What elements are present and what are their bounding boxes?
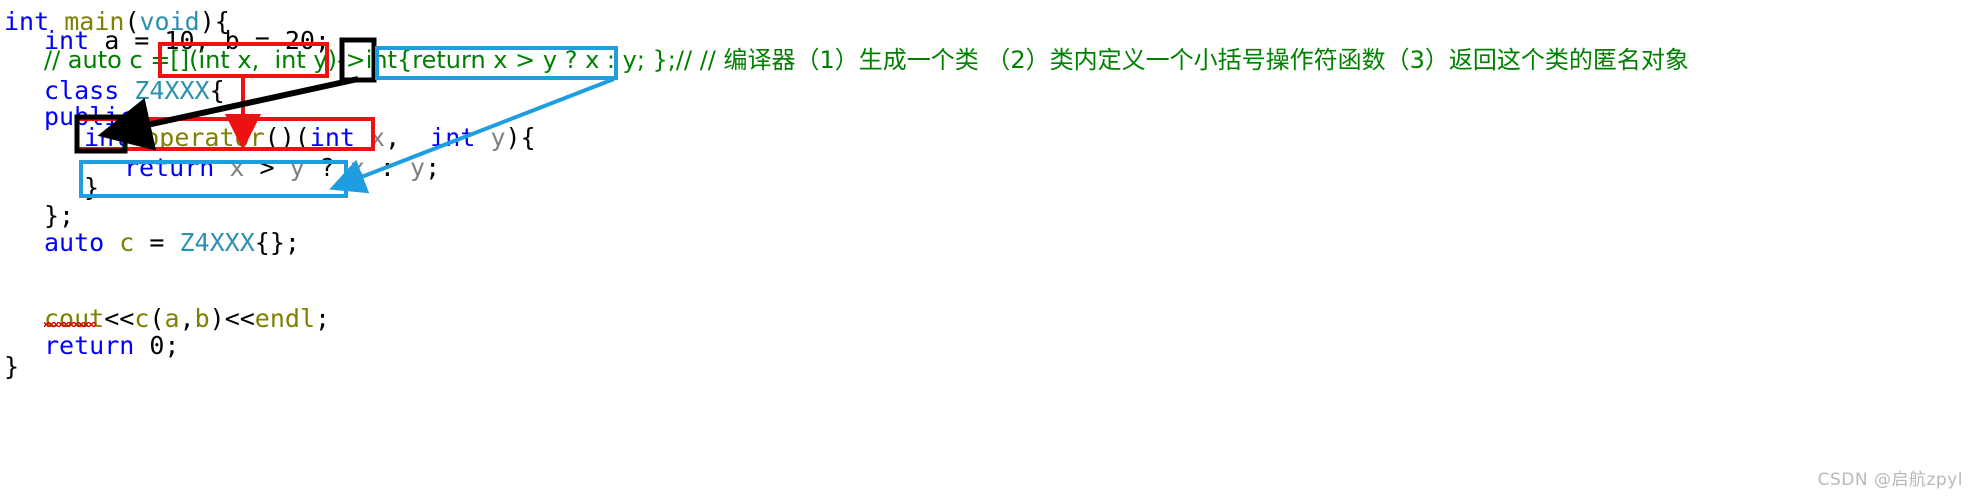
code-token: auto: [44, 228, 105, 257]
code-token: }: [4, 352, 20, 381]
code-token: endl: [254, 304, 316, 333]
code-token: c: [119, 228, 135, 257]
code-editor-surface: int main(void){int a = 10, b = 20;// aut…: [0, 0, 1979, 500]
code-token: a: [164, 304, 180, 333]
code-token: ,: [385, 123, 431, 152]
code-token: c: [134, 304, 150, 333]
code-token: {};: [254, 228, 300, 257]
code-token: // auto c =[](int x, int y)->int{return …: [44, 46, 1689, 74]
code-line[interactable]: return x > y ? x : y;: [124, 152, 440, 183]
code-token: :: [364, 153, 411, 182]
code-line[interactable]: // auto c =[](int x, int y)->int{return …: [44, 44, 1689, 76]
code-token: return: [44, 331, 135, 360]
code-token: Z4XXX: [179, 228, 255, 257]
code-token: ,: [179, 304, 195, 333]
code-token: ){: [505, 123, 536, 152]
code-token: }: [84, 173, 100, 202]
code-token: ;: [425, 153, 441, 182]
code-token: x: [349, 153, 365, 182]
code-token: ()(: [264, 123, 310, 152]
code-line[interactable]: auto c = Z4XXX{};: [44, 227, 300, 258]
code-token: (: [149, 304, 165, 333]
code-token: cout: [44, 304, 105, 333]
code-token: x: [229, 153, 245, 182]
code-token: int: [84, 123, 130, 152]
code-token: 0;: [134, 331, 180, 360]
code-line[interactable]: return 0;: [44, 330, 179, 361]
code-token: ?: [304, 153, 350, 182]
code-token: };: [44, 201, 75, 230]
code-line[interactable]: }: [84, 172, 99, 203]
code-token: int: [309, 123, 355, 152]
csdn-watermark: CSDN @启航zpyl: [1817, 470, 1963, 490]
code-token: )<<: [209, 304, 255, 333]
code-token: x: [370, 123, 386, 152]
code-token: b: [194, 304, 210, 333]
code-token: y: [289, 153, 305, 182]
code-token: return: [124, 153, 215, 182]
code-line[interactable]: }: [4, 351, 19, 382]
code-token: int: [4, 7, 50, 36]
code-token: =: [134, 228, 180, 257]
code-token: <<: [104, 304, 135, 333]
code-token: int: [430, 123, 476, 152]
code-token: y: [410, 153, 426, 182]
code-token: operator: [144, 123, 265, 152]
code-token: >: [244, 153, 290, 182]
cout-error-squiggle: [44, 322, 96, 327]
code-token: ;: [315, 304, 331, 333]
code-line[interactable]: int operator()(int x, int y){: [84, 122, 536, 153]
code-token: {: [209, 76, 225, 105]
code-token: y: [490, 123, 506, 152]
